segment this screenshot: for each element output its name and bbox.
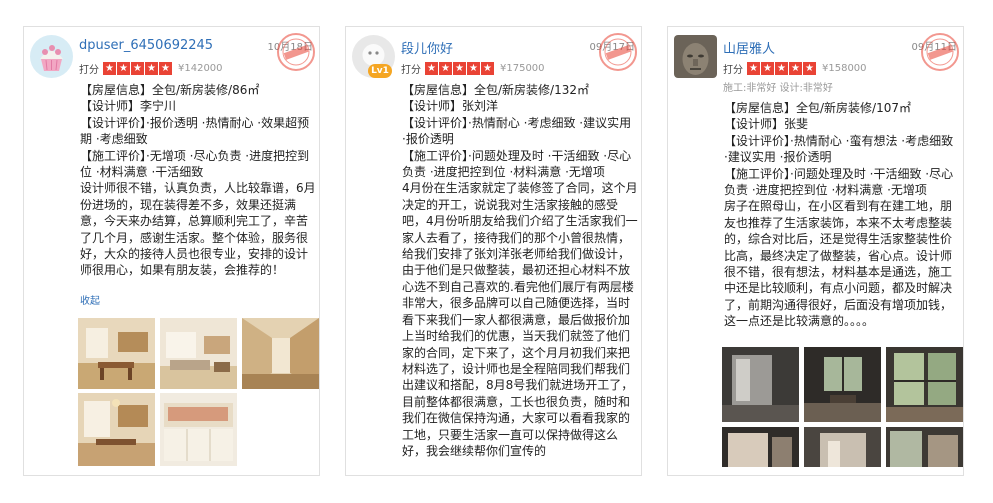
review-content: 房子在照母山，在小区看到有在建工地，朋友也推荐了生活家装饰，本来不太考虑整装的，…: [724, 199, 953, 329]
corner-photo[interactable]: [886, 427, 963, 467]
construction-evaluation: 【施工评价】·问题处理及时 ·干活细致 ·尽心负责 ·进度把控到位 ·材料满意 …: [724, 166, 954, 198]
house-info: 【房屋信息】全包/新房装修/132㎡: [402, 83, 589, 97]
ceiling-photo[interactable]: [722, 427, 799, 467]
design-evaluation: 【设计评价】·报价透明 ·热情耐心 ·效果超预期 ·考虑细致: [80, 115, 310, 147]
avatar[interactable]: [30, 35, 73, 78]
cabinet-photo[interactable]: [160, 393, 237, 466]
star-icon: ★: [425, 61, 438, 75]
house-info: 【房屋信息】全包/新房装修/107㎡: [724, 101, 911, 115]
star-icon: ★: [803, 61, 816, 75]
price: ¥142000: [178, 62, 223, 74]
star-icon: ★: [453, 61, 466, 75]
rating-label: 打分: [723, 64, 743, 76]
review-content: 4月份在生活家就定了装修签了合同，这个月决定的开工，说说我对生活家接触的感受吧，…: [402, 181, 638, 458]
window-room-photo[interactable]: [804, 347, 881, 422]
quality-stamp-icon: [599, 33, 637, 71]
balcony-photo[interactable]: [886, 347, 963, 422]
star-icon: ★: [775, 61, 788, 75]
star-icon: ★: [145, 61, 158, 75]
price: ¥158000: [822, 62, 867, 74]
construction-evaluation: 【施工评价】·无增项 ·尽心负责 ·进度把控到位 ·材料满意 ·干活细致: [80, 148, 310, 180]
review-card: 山居雅人 09月11日 打分 ★ ★ ★ ★ ★ ¥158000 施工:非常好 …: [667, 26, 964, 476]
quality-stamp-icon: [277, 33, 315, 71]
hallway-photo[interactable]: [242, 318, 319, 389]
living-room-photo[interactable]: [160, 318, 237, 389]
review-body: 【房屋信息】全包/新房装修/86㎡ 【设计师】李宁川 【设计评价】·报价透明 ·…: [80, 82, 316, 279]
rating-label: 打分: [401, 64, 421, 76]
rating-row: 打分 ★ ★ ★ ★ ★ ¥142000: [79, 61, 223, 76]
rating-row: 打分 ★ ★ ★ ★ ★ ¥158000: [723, 61, 867, 76]
collapse-link[interactable]: 收起: [80, 292, 100, 307]
star-rating: ★ ★ ★ ★ ★: [103, 61, 172, 75]
wall-photo[interactable]: [804, 427, 881, 467]
review-body: 【房屋信息】全包/新房装修/107㎡ 【设计师】张斐 【设计评价】·热情耐心 ·…: [724, 100, 960, 330]
username[interactable]: 段儿你好: [401, 38, 453, 57]
star-icon: ★: [789, 61, 802, 75]
star-icon: ★: [747, 61, 760, 75]
level-badge: Lv1: [368, 64, 392, 78]
star-icon: ★: [159, 61, 172, 75]
price: ¥175000: [500, 62, 545, 74]
designer-name: 【设计师】李宁川: [80, 99, 177, 114]
designer-name: 【设计师】张斐: [724, 117, 809, 132]
review-card: dpuser_6450692245 10月18日 打分 ★ ★ ★ ★ ★ ¥1…: [23, 26, 320, 476]
star-rating: ★ ★ ★ ★ ★: [747, 61, 816, 75]
star-icon: ★: [761, 61, 774, 75]
design-evaluation: 【设计评价】·热情耐心 ·蛮有想法 ·考虑细致 ·建议实用 ·报价透明: [724, 133, 954, 165]
review-body: 【房屋信息】全包/新房装修/132㎡ 【设计师】张刘洋 【设计评价】·热情耐心 …: [402, 82, 638, 459]
username[interactable]: 山居雅人: [723, 38, 775, 57]
star-icon: ★: [131, 61, 144, 75]
design-evaluation: 【设计评价】·热情耐心 ·考虑细致 ·建议实用 ·报价透明: [402, 115, 632, 147]
house-info: 【房屋信息】全包/新房装修/86㎡: [80, 83, 260, 97]
dining-room-photo[interactable]: [78, 318, 155, 389]
designer-name: 【设计师】张刘洋: [402, 99, 499, 114]
star-icon: ★: [481, 61, 494, 75]
star-icon: ★: [103, 61, 116, 75]
construction-evaluation: 【施工评价】·问题处理及时 ·干活细致 ·尽心负责 ·进度把控到位 ·材料满意 …: [402, 148, 632, 180]
star-icon: ★: [439, 61, 452, 75]
review-card: Lv1 段儿你好 09月17日 打分 ★ ★ ★ ★ ★ ¥175000 【房屋…: [345, 26, 642, 476]
sub-ratings: 施工:非常好 设计:非常好: [723, 83, 833, 94]
star-icon: ★: [117, 61, 130, 75]
kitchen-dining-photo[interactable]: [78, 393, 155, 466]
star-rating: ★ ★ ★ ★ ★: [425, 61, 494, 75]
construction-room-photo[interactable]: [722, 347, 799, 422]
star-icon: ★: [467, 61, 480, 75]
username[interactable]: dpuser_6450692245: [79, 38, 213, 53]
quality-stamp-icon: [921, 33, 959, 71]
rating-row: 打分 ★ ★ ★ ★ ★ ¥175000: [401, 61, 545, 76]
avatar[interactable]: [674, 35, 717, 78]
rating-label: 打分: [79, 64, 99, 76]
review-content: 设计师很不错，认真负责，人比较靠谱，6月份进场的，现在装得差不多，效果还挺满意，…: [80, 181, 316, 278]
